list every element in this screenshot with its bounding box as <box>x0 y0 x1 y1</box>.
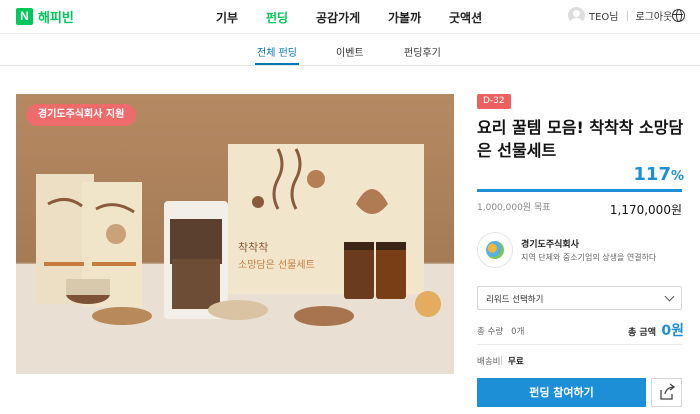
total-quantity: 총 수량 0개 <box>477 325 524 337</box>
quantity-label: 총 수량 <box>477 327 504 337</box>
fund-participate-button[interactable]: 펀딩 참여하기 <box>477 378 646 407</box>
percent-value: 117 <box>633 164 671 185</box>
share-icon <box>660 383 676 400</box>
divider <box>477 344 682 345</box>
user-name[interactable]: TEO님 <box>589 8 619 23</box>
reward-select-dropdown[interactable]: 리워드 선택하기 <box>477 286 682 310</box>
box-label-line1: 착착착 <box>238 241 268 254</box>
avatar[interactable] <box>568 7 585 24</box>
shipping-value: 무료 <box>508 357 524 367</box>
goal-amount: 1,000,000원 목표 <box>477 203 551 213</box>
tab-all-funding[interactable]: 전체 펀딩 <box>255 44 299 65</box>
share-button[interactable] <box>651 378 682 407</box>
menu-funding[interactable]: 펀딩 <box>266 9 288 26</box>
top-navigation: N 해피빈 기부 펀딩 공감가게 가볼까 굿액션 TEO님 로그아웃 <box>0 0 700 34</box>
reward-select-label: 리워드 선택하기 <box>486 295 544 305</box>
happybean-logo[interactable]: N 해피빈 <box>16 7 74 26</box>
menu-donate[interactable]: 기부 <box>216 9 238 26</box>
percent-unit: % <box>670 169 684 184</box>
globe-icon[interactable] <box>672 9 685 22</box>
total-amount-label: 총 금액 <box>628 328 656 338</box>
logout-link[interactable]: 로그아웃 <box>636 8 673 23</box>
tab-funding-reviews[interactable]: 펀딩후기 <box>404 44 441 59</box>
user-area: TEO님 로그아웃 <box>568 7 672 24</box>
menu-visit[interactable]: 가볼까 <box>388 9 421 26</box>
box-label-line2: 소망담은 선물세트 <box>238 259 315 271</box>
raised-amount: 1,170,000원 <box>609 203 682 217</box>
divider <box>626 10 628 21</box>
funding-percent: 117% <box>633 164 684 185</box>
quantity-value: 0개 <box>511 327 525 337</box>
project-main-image: 착착착 소망담은 선물세트 경기도주식회사 지원 <box>16 94 454 374</box>
tab-events[interactable]: 이벤트 <box>336 44 364 59</box>
funding-subnav: 전체 펀딩 이벤트 펀딩후기 <box>0 34 700 66</box>
shipping-label: 배송비 <box>477 357 501 367</box>
company-logo[interactable] <box>477 232 513 268</box>
total-amount-value: 0원 <box>661 323 684 339</box>
chevron-down-icon <box>664 291 675 302</box>
funding-progress-bar <box>477 189 682 192</box>
project-title: 요리 꿀템 모음! 착착착 소망담은 선물세트 <box>477 118 684 160</box>
support-badge: 경기도주식회사 지원 <box>26 104 137 126</box>
dday-badge: D-32 <box>477 94 511 109</box>
company-info[interactable]: 경기도주식회사 지역 단체와 중소기업의 상생을 연결하다 <box>477 228 683 273</box>
divider <box>501 356 502 365</box>
company-name[interactable]: 경기도주식회사 <box>521 237 579 250</box>
logo-text: 해피빈 <box>38 11 74 26</box>
menu-shop[interactable]: 공감가게 <box>316 9 360 26</box>
menu-good-action[interactable]: 굿액션 <box>449 9 482 26</box>
progress-fill <box>477 189 682 192</box>
company-description: 지역 단체와 중소기업의 상생을 연결하다 <box>521 253 657 262</box>
naver-logo-icon: N <box>16 8 33 25</box>
product-photo: 착착착 소망담은 선물세트 <box>16 144 454 374</box>
